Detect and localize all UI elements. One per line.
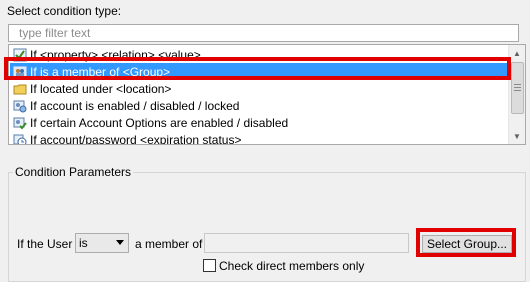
condition-label: If certain Account Options are enabled /… [30,115,289,130]
condition-row-expiration[interactable]: If account/password <expiration status> [10,131,508,145]
condition-row-location[interactable]: If located under <location> [10,80,508,97]
highlight-selected-condition [4,57,511,80]
highlight-select-group [416,228,516,257]
condition-label: If account/password <expiration status> [30,132,242,145]
group-field [204,233,409,253]
clock-expiration-icon [13,133,27,144]
chevron-down-icon [116,240,124,245]
select-condition-label: Select condition type: [7,4,122,18]
condition-label: If account is enabled / disabled / locke… [30,98,240,113]
condition-row-account-options[interactable]: If certain Account Options are enabled /… [10,114,508,131]
operator-value: is [79,236,88,250]
condition-row-account-status[interactable]: If account is enabled / disabled / locke… [10,97,508,114]
scroll-up-icon[interactable]: ▲ [509,45,525,61]
member-of-label: a member of [135,237,203,251]
condition-parameters-title: Condition Parameters [13,165,134,179]
folder-location-icon [13,82,27,96]
filter-input[interactable] [8,24,519,42]
if-user-label: If the User [17,237,73,251]
account-status-icon [13,99,27,113]
scroll-down-icon[interactable]: ▼ [509,128,525,144]
check-direct-members-label[interactable]: Check direct members only [219,259,364,273]
operator-dropdown[interactable]: is [75,233,129,253]
check-direct-members-checkbox[interactable] [203,259,216,272]
condition-label: If located under <location> [30,81,172,96]
account-options-icon [13,116,27,130]
scroll-thumb[interactable] [511,62,524,114]
